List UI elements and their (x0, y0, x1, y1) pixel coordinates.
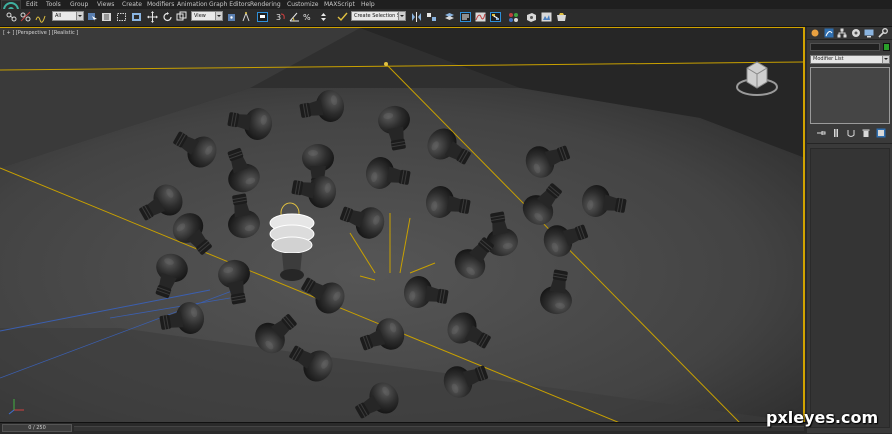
select-and-manipulate-icon[interactable] (241, 11, 252, 23)
menu-rendering[interactable]: Rendering (250, 0, 281, 9)
layer-manager-icon[interactable] (444, 11, 455, 23)
align-icon[interactable] (426, 11, 437, 23)
viewcube-icon[interactable] (735, 56, 779, 100)
menu-animation[interactable]: Animation (177, 0, 208, 9)
scale-icon[interactable] (176, 11, 187, 23)
show-end-result-icon[interactable] (831, 128, 841, 138)
scene-explorer-icon[interactable] (460, 11, 471, 23)
pin-stack-icon[interactable] (816, 128, 826, 138)
menu-customize[interactable]: Customize (287, 0, 319, 9)
select-object-icon[interactable] (87, 11, 98, 23)
menu-maxscript[interactable]: MAXScript (324, 0, 355, 9)
time-slider[interactable]: 0 / 250 (2, 424, 72, 432)
command-panel-divider (807, 143, 892, 144)
unlink-icon[interactable] (20, 11, 31, 23)
link-icon[interactable] (6, 11, 17, 23)
render-production-icon[interactable] (556, 11, 567, 23)
timeline: 0 / 250 (0, 422, 807, 434)
select-by-name-icon[interactable] (101, 11, 112, 23)
snaps-toggle-icon[interactable]: 3 (275, 11, 286, 23)
material-editor-icon[interactable] (508, 11, 519, 23)
object-name-field[interactable] (810, 43, 880, 51)
utilities-tab-icon[interactable] (878, 28, 888, 38)
modify-tab-icon[interactable] (824, 28, 834, 38)
perspective-viewport[interactable]: [ + ] [Perspective ] [Realistic ] (0, 27, 805, 422)
rect-selection-icon[interactable] (116, 11, 127, 23)
create-tab-icon[interactable] (810, 28, 820, 38)
menu-help[interactable]: Help (361, 0, 375, 9)
menu-group[interactable]: Group (70, 0, 88, 9)
svg-text:3: 3 (276, 13, 281, 22)
motion-tab-icon[interactable] (851, 28, 861, 38)
menu-graph-editors[interactable]: Graph Editors (209, 0, 250, 9)
configure-modifier-sets-icon[interactable] (876, 128, 886, 138)
spinner-snap-icon[interactable] (318, 11, 329, 23)
command-panel-tabs (807, 27, 892, 40)
modifier-stack[interactable] (810, 67, 890, 124)
pivot-point-icon[interactable] (226, 11, 237, 23)
hierarchy-tab-icon[interactable] (837, 28, 847, 38)
menu-views[interactable]: Views (97, 0, 114, 9)
window-crossing-icon[interactable] (131, 11, 142, 23)
make-unique-icon[interactable] (846, 128, 856, 138)
menu-modifiers[interactable]: Modifiers (147, 0, 174, 9)
remove-modifier-icon[interactable] (861, 128, 871, 138)
menu-bar: Edit Tools Group Views Create Modifiers … (0, 0, 892, 20)
bind-space-warp-icon[interactable] (35, 11, 46, 23)
axis-tripod-icon (8, 399, 24, 415)
angle-snap-icon[interactable] (289, 11, 300, 23)
menu-edit[interactable]: Edit (26, 0, 38, 9)
time-track[interactable] (74, 426, 804, 431)
reference-coordinate-dropdown[interactable]: View (191, 11, 223, 21)
mirror-icon[interactable] (411, 11, 422, 23)
menu-tools[interactable]: Tools (46, 0, 61, 9)
command-panel: Modifier List (807, 27, 892, 433)
display-tab-icon[interactable] (864, 28, 874, 38)
viewport-label[interactable]: [ + ] [Perspective ] [Realistic ] (3, 30, 78, 36)
watermark: pxleyes.com (766, 408, 879, 427)
move-icon[interactable] (147, 11, 158, 23)
selection-filter-dropdown[interactable]: All (52, 11, 84, 21)
viewport-scene (0, 28, 803, 422)
object-color-swatch[interactable] (883, 43, 890, 51)
main-toolbar: All View 3 % Create Selection Set (0, 9, 892, 27)
command-panel-rollouts[interactable] (810, 148, 890, 428)
svg-text:%: % (303, 13, 311, 22)
render-setup-icon[interactable] (526, 11, 537, 23)
rotate-icon[interactable] (162, 11, 173, 23)
modifier-list-dropdown[interactable]: Modifier List (810, 55, 890, 64)
stack-controls (810, 127, 890, 139)
edit-named-selection-icon[interactable] (337, 11, 348, 23)
percent-snap-icon[interactable]: % (303, 11, 314, 23)
curve-editor-icon[interactable] (475, 11, 486, 23)
menu-create[interactable]: Create (122, 0, 142, 9)
rendered-frame-window-icon[interactable] (541, 11, 552, 23)
schematic-view-icon[interactable] (490, 11, 501, 23)
keyboard-shortcut-override-icon[interactable] (257, 11, 268, 23)
named-selection-set-dropdown[interactable]: Create Selection Set (351, 11, 406, 21)
